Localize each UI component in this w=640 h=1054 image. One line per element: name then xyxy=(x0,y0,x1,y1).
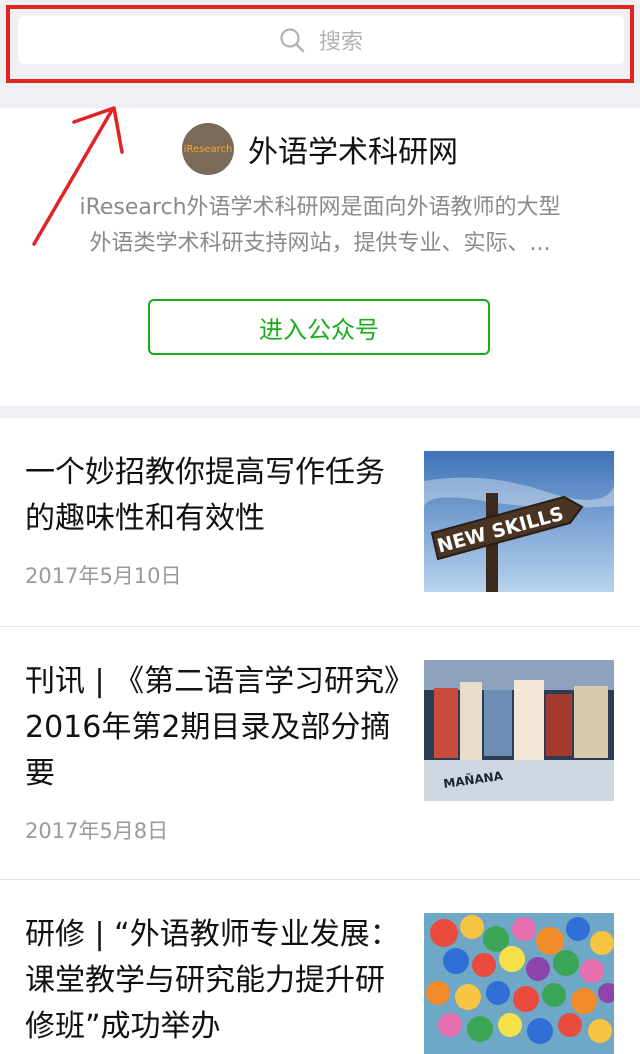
new-skills-image: NEW SKILLS xyxy=(424,451,614,592)
account-description-line: iResearch外语学术科研网是面向外语教师的大型 xyxy=(79,195,561,220)
avatar[interactable]: iResearch xyxy=(182,123,234,175)
article-thumbnail[interactable] xyxy=(424,913,614,1054)
account-name: 外语学术科研网 xyxy=(248,135,458,170)
books-image: MAÑANA xyxy=(424,660,614,801)
list-item[interactable]: 一个妙招教你提高写作任务的趣味性和有效性 2017年5月10日 NEW SKIL… xyxy=(0,418,640,627)
balloons-image xyxy=(424,913,614,1054)
account-header: iResearch 外语学术科研网 xyxy=(0,118,640,180)
search-input[interactable]: 搜索 xyxy=(18,16,624,64)
list-item[interactable]: 研修 | “外语教师专业发展：课堂教学与研究能力提升研修班”成功举办 xyxy=(0,880,640,1054)
article-title[interactable]: 研修 | “外语教师专业发展：课堂教学与研究能力提升研修班”成功举办 xyxy=(25,912,403,1050)
account-description-line: 外语类学术科研支持网站，提供专业、实际、... xyxy=(89,231,551,256)
list-item[interactable]: 刊讯 | 《第二语言学习研究》2016年第2期目录及部分摘要 2017年5月8日… xyxy=(0,627,640,880)
account-description: iResearch外语学术科研网是面向外语教师的大型 外语类学术科研支持网站，提… xyxy=(30,190,610,262)
article-thumbnail[interactable]: NEW SKILLS xyxy=(424,451,614,592)
article-date: 2017年5月8日 xyxy=(25,819,169,843)
avatar-logo-text: iResearch xyxy=(183,143,233,155)
article-date: 2017年5月10日 xyxy=(25,564,182,588)
account-card: iResearch 外语学术科研网 iResearch外语学术科研网是面向外语教… xyxy=(0,108,640,406)
article-title[interactable]: 刊讯 | 《第二语言学习研究》2016年第2期目录及部分摘要 xyxy=(25,659,403,797)
article-title[interactable]: 一个妙招教你提高写作任务的趣味性和有效性 xyxy=(25,450,403,542)
enter-account-button[interactable]: 进入公众号 xyxy=(148,299,490,355)
search-bar-area: 搜索 xyxy=(0,0,640,108)
article-thumbnail[interactable]: MAÑANA xyxy=(424,660,614,801)
section-divider xyxy=(0,406,640,418)
search-icon xyxy=(280,28,305,53)
search-placeholder: 搜索 xyxy=(318,30,363,55)
